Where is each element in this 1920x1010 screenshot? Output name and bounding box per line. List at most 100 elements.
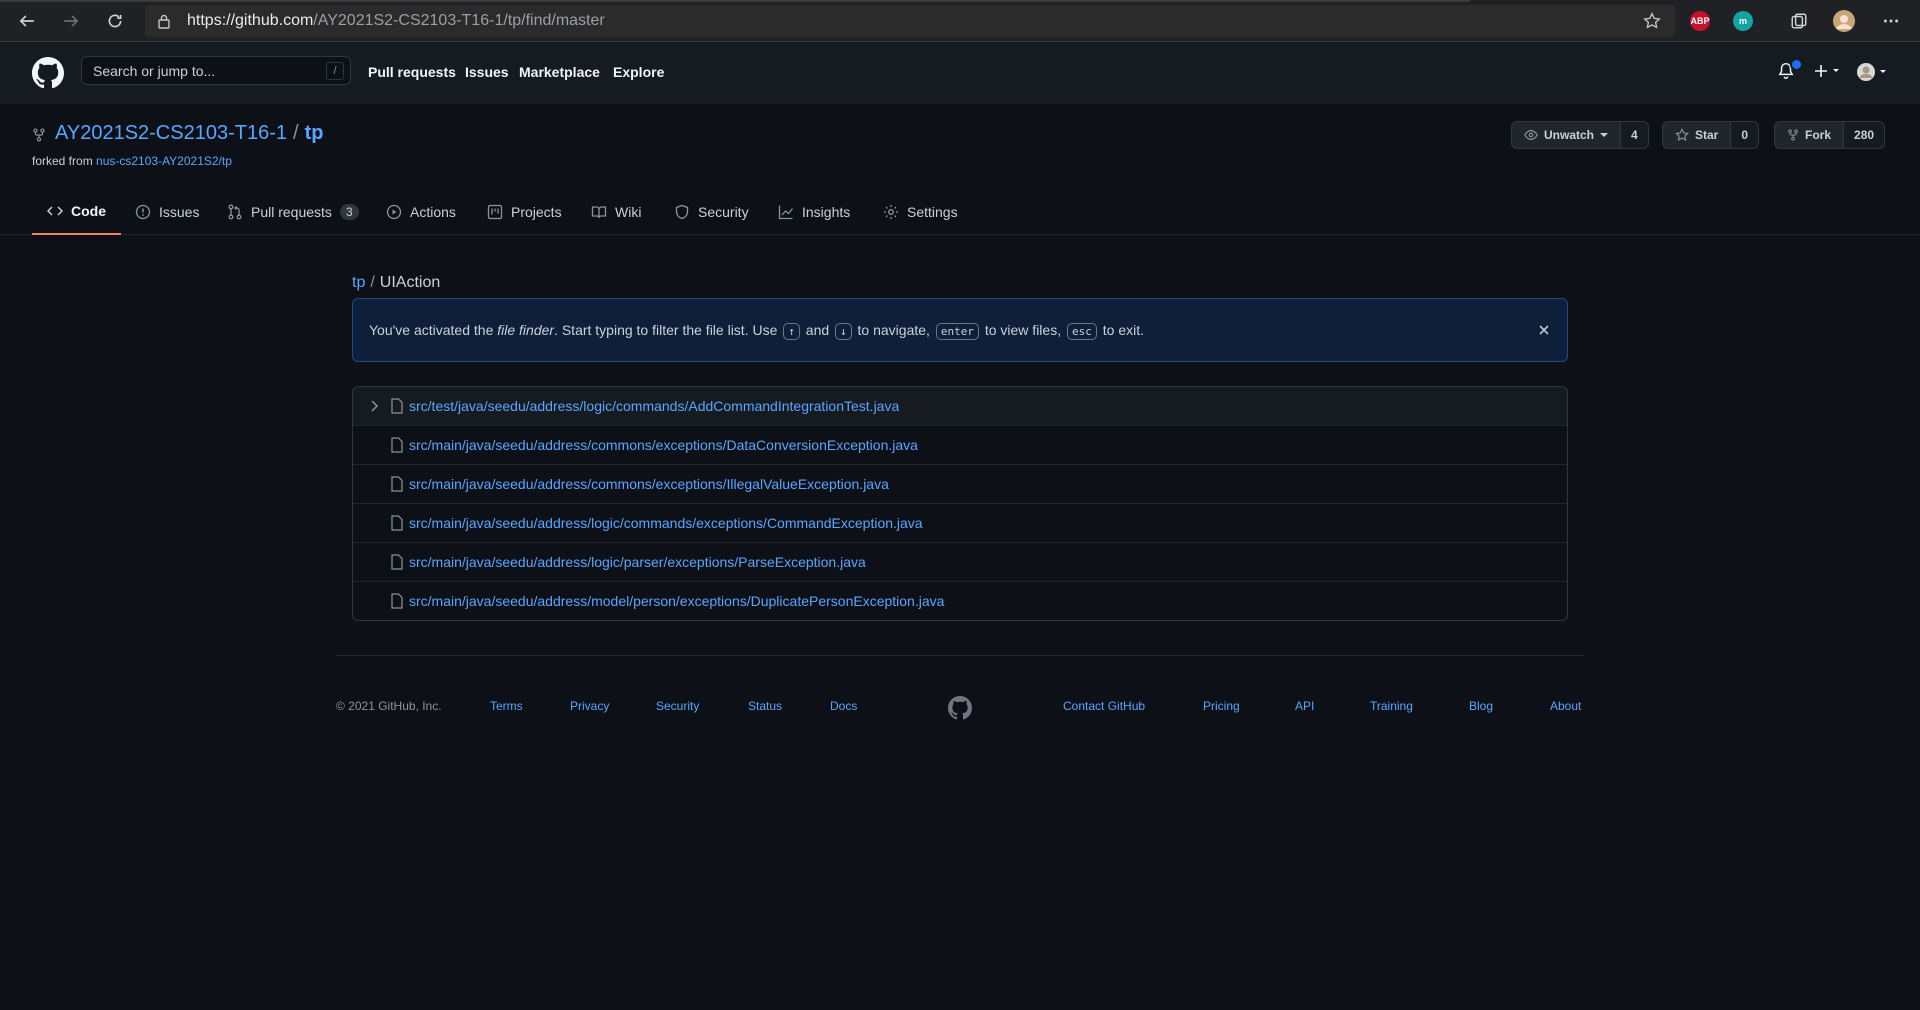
- nav-explore[interactable]: Explore: [613, 64, 664, 80]
- tab-issues[interactable]: Issues: [135, 189, 199, 234]
- flash-text: . Start typing to filter the file list. …: [554, 322, 782, 338]
- tab-label: Projects: [511, 203, 562, 220]
- close-icon[interactable]: [1537, 323, 1551, 337]
- list-item[interactable]: src/main/java/seedu/address/commons/exce…: [353, 425, 1567, 464]
- favorite-star-icon[interactable]: [1643, 12, 1661, 30]
- reload-icon[interactable]: [102, 8, 128, 34]
- create-new-plus-icon[interactable]: [1813, 62, 1843, 80]
- list-item[interactable]: src/test/java/seedu/address/logic/comman…: [353, 387, 1567, 425]
- star-count[interactable]: 0: [1731, 122, 1759, 148]
- search-input[interactable]: Search or jump to... /: [81, 56, 351, 85]
- tab-code[interactable]: Code: [32, 189, 121, 235]
- back-icon[interactable]: [14, 8, 40, 34]
- file-icon: [390, 437, 404, 453]
- github-mark-icon[interactable]: [948, 696, 972, 720]
- repo-name-link[interactable]: tp: [305, 122, 324, 144]
- footer-link-blog[interactable]: Blog: [1469, 699, 1493, 713]
- tab-label: Insights: [802, 203, 851, 220]
- fork-button[interactable]: Fork 280: [1774, 121, 1886, 149]
- search-shortcut-key: /: [326, 62, 344, 80]
- graph-icon: [778, 205, 794, 219]
- footer-link-status[interactable]: Status: [748, 699, 782, 713]
- watch-count[interactable]: 4: [1621, 122, 1648, 148]
- fork-count[interactable]: 280: [1844, 122, 1885, 148]
- tab-wiki[interactable]: Wiki: [591, 189, 641, 234]
- tab-security[interactable]: Security: [674, 189, 749, 234]
- file-icon: [390, 515, 404, 531]
- nav-marketplace[interactable]: Marketplace: [519, 64, 600, 80]
- footer-copyright: © 2021 GitHub, Inc.: [336, 699, 442, 713]
- footer-link-api[interactable]: API: [1295, 699, 1314, 713]
- tab-label: Security: [698, 203, 749, 220]
- tab-label: Settings: [907, 203, 958, 220]
- git-pull-request-icon: [228, 204, 242, 219]
- watch-label: Unwatch: [1544, 128, 1595, 142]
- github-header: Search or jump to... / Pull requests Iss…: [0, 42, 1920, 104]
- flash-text: to view files,: [980, 322, 1065, 338]
- repo-owner-link[interactable]: AY2021S2-CS2103-T16-1: [55, 122, 287, 144]
- tab-settings[interactable]: Settings: [883, 189, 958, 234]
- browser-profile-avatar[interactable]: [1831, 8, 1857, 34]
- chevron-down-icon: [1600, 133, 1609, 137]
- star-icon: [1675, 128, 1689, 142]
- file-icon: [390, 593, 404, 609]
- file-path-link[interactable]: src/main/java/seedu/address/commons/exce…: [409, 476, 889, 492]
- pull-requests-count-badge: 3: [339, 203, 359, 220]
- url-text: https://github.com/AY2021S2-CS2103-T16-1…: [187, 12, 605, 29]
- flash-text: to exit.: [1098, 322, 1144, 338]
- address-bar[interactable]: https://github.com/AY2021S2-CS2103-T16-1…: [145, 5, 1675, 37]
- file-finder-results: src/test/java/seedu/address/logic/comman…: [352, 386, 1568, 621]
- footer-divider: [336, 655, 1584, 656]
- key-enter: enter: [935, 322, 979, 340]
- user-avatar-menu[interactable]: [1856, 62, 1888, 82]
- collections-icon[interactable]: [1786, 8, 1812, 34]
- loading-bar: [0, 0, 1470, 2]
- file-path-link[interactable]: src/main/java/seedu/address/logic/comman…: [409, 515, 923, 531]
- footer-link-security[interactable]: Security: [656, 699, 699, 713]
- more-options-icon[interactable]: [1878, 8, 1904, 34]
- nav-pull-requests[interactable]: Pull requests: [368, 64, 456, 80]
- list-item[interactable]: src/main/java/seedu/address/logic/parser…: [353, 542, 1567, 581]
- breadcrumb: tp / UIAction: [352, 274, 440, 292]
- watch-button[interactable]: Unwatch 4: [1511, 121, 1649, 149]
- extension-m-icon[interactable]: m: [1733, 11, 1753, 31]
- breadcrumb-separator: /: [370, 274, 375, 291]
- file-icon: [390, 398, 404, 414]
- repo-title-separator: /: [293, 122, 299, 144]
- tab-insights[interactable]: Insights: [778, 189, 850, 234]
- repo-tabs: Code Issues Pull requests 3 Actions Proj…: [0, 189, 1920, 235]
- file-path-link[interactable]: src/main/java/seedu/address/model/person…: [409, 593, 944, 609]
- forward-icon[interactable]: [58, 8, 84, 34]
- footer-link-docs[interactable]: Docs: [830, 699, 857, 713]
- footer-link-training[interactable]: Training: [1370, 699, 1413, 713]
- tab-pull-requests[interactable]: Pull requests 3: [227, 189, 359, 234]
- play-icon: [386, 204, 402, 219]
- file-path-link[interactable]: src/main/java/seedu/address/logic/parser…: [409, 554, 866, 570]
- footer-link-contact[interactable]: Contact GitHub: [1063, 699, 1145, 713]
- notification-indicator: [1790, 58, 1803, 71]
- forked-from-note: forked from nus-cs2103-AY2021S2/tp: [32, 154, 232, 168]
- footer-link-privacy[interactable]: Privacy: [570, 699, 609, 713]
- file-path-link[interactable]: src/main/java/seedu/address/commons/exce…: [409, 437, 918, 453]
- footer-link-about[interactable]: About: [1550, 699, 1581, 713]
- tab-label: Issues: [159, 203, 200, 220]
- list-item[interactable]: src/main/java/seedu/address/model/person…: [353, 581, 1567, 620]
- tab-actions[interactable]: Actions: [386, 189, 456, 234]
- tab-projects[interactable]: Projects: [487, 189, 562, 234]
- footer-link-pricing[interactable]: Pricing: [1203, 699, 1240, 713]
- file-finder-query[interactable]: UIAction: [380, 274, 440, 291]
- github-logo-icon[interactable]: [32, 57, 64, 89]
- nav-issues[interactable]: Issues: [465, 64, 509, 80]
- book-icon: [591, 205, 607, 218]
- list-item[interactable]: src/main/java/seedu/address/commons/exce…: [353, 464, 1567, 503]
- flash-message: You've activated the file finder. Start …: [369, 322, 1144, 340]
- star-button[interactable]: Star 0: [1662, 121, 1760, 149]
- file-path-link[interactable]: src/test/java/seedu/address/logic/comman…: [409, 398, 899, 414]
- breadcrumb-repo-link[interactable]: tp: [352, 274, 365, 291]
- tab-label: Wiki: [615, 203, 642, 220]
- list-item[interactable]: src/main/java/seedu/address/logic/comman…: [353, 503, 1567, 542]
- forked-from-link[interactable]: nus-cs2103-AY2021S2/tp: [96, 154, 232, 168]
- footer-link-terms[interactable]: Terms: [490, 699, 523, 713]
- fork-label: Fork: [1805, 128, 1832, 142]
- adblock-extension-icon[interactable]: ABP: [1690, 11, 1710, 31]
